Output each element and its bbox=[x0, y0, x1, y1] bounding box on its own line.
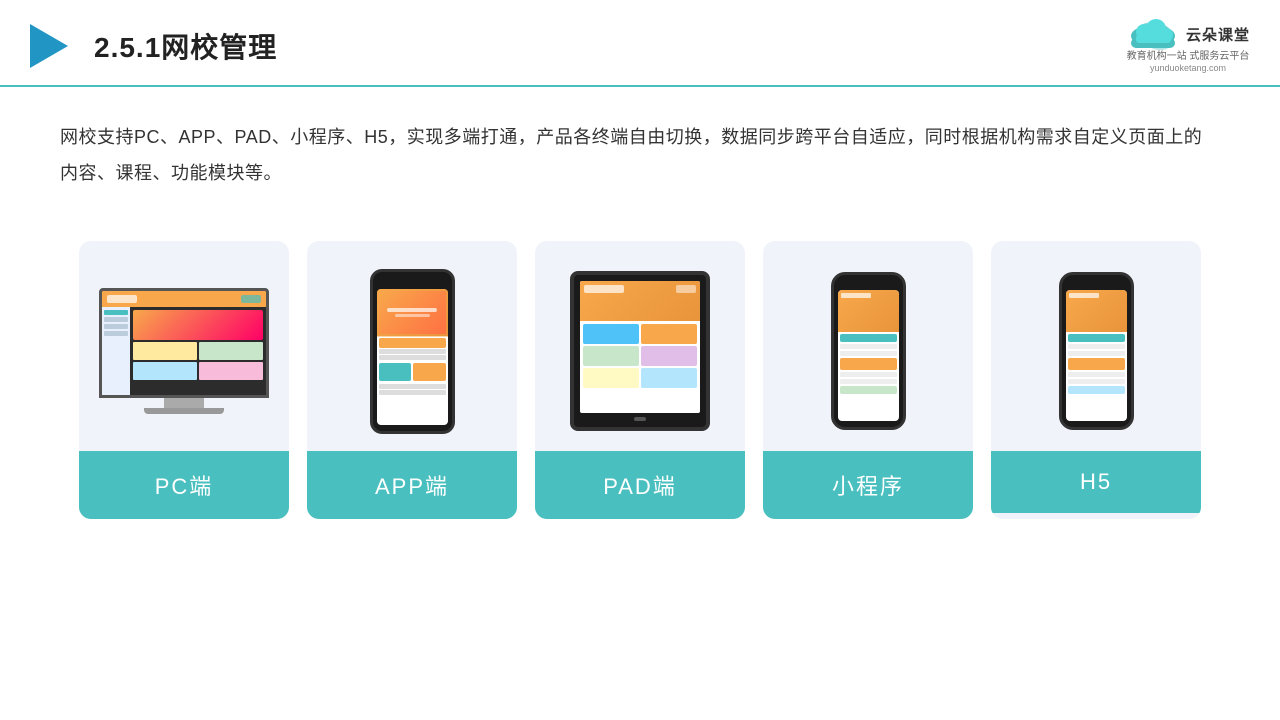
cloud-icon bbox=[1126, 18, 1180, 50]
card-pad-label: PAD端 bbox=[535, 451, 745, 519]
phone-mini-content-h5 bbox=[1066, 332, 1127, 398]
mp-btn-1 bbox=[840, 334, 897, 342]
header-left: 2.5.1网校管理 bbox=[30, 24, 277, 68]
phone-row-1 bbox=[379, 338, 446, 348]
tablet-header bbox=[580, 281, 700, 321]
mp-row-3 bbox=[840, 372, 897, 377]
tablet-body bbox=[580, 321, 700, 391]
pc-mock bbox=[99, 288, 269, 414]
card-pc: PC端 bbox=[79, 241, 289, 519]
phone-row-3 bbox=[379, 355, 446, 360]
card-h5-image bbox=[991, 241, 1201, 451]
card-h5-label: H5 bbox=[991, 451, 1201, 513]
phone-row-2 bbox=[379, 349, 446, 354]
phone-notch-app bbox=[397, 280, 427, 286]
tablet-cell-1 bbox=[583, 324, 639, 344]
phone-header-bar bbox=[377, 289, 448, 337]
mp-row-2 bbox=[840, 351, 897, 356]
tablet-cell-2 bbox=[641, 324, 697, 344]
logo-url: yunduoketang.com bbox=[1150, 63, 1226, 73]
phone-mini-notch-mp bbox=[854, 282, 882, 287]
h5-row-1 bbox=[1068, 344, 1125, 349]
phone-row-4 bbox=[379, 384, 446, 389]
card-miniprogram: 小程序 bbox=[763, 241, 973, 519]
tablet-home-btn bbox=[634, 417, 646, 421]
phone-mini-header-mp bbox=[838, 290, 899, 332]
logo-area: 云朵课堂 教育机构一站 式服务云平台 yunduoketang.com bbox=[1126, 18, 1250, 73]
card-app-image bbox=[307, 241, 517, 451]
logo-name: 云朵课堂 bbox=[1186, 24, 1250, 45]
h5-row-2 bbox=[1068, 351, 1125, 356]
h5-row-4 bbox=[1068, 379, 1125, 384]
phone-row-5 bbox=[379, 390, 446, 395]
phone-mini-header-h5 bbox=[1066, 290, 1127, 332]
phone-mini-content-mp bbox=[838, 332, 899, 398]
description-text: 网校支持PC、APP、PAD、小程序、H5，实现多端打通，产品各终端自由切换，数… bbox=[0, 87, 1280, 211]
card-app-label: APP端 bbox=[307, 451, 517, 519]
phone-mini-screen-h5 bbox=[1066, 290, 1127, 421]
card-pad-image bbox=[535, 241, 745, 451]
h5-row-3 bbox=[1068, 372, 1125, 377]
card-pc-label: PC端 bbox=[79, 451, 289, 519]
mp-row-4 bbox=[840, 379, 897, 384]
phone-content bbox=[377, 336, 448, 397]
phone-mini-mp bbox=[831, 272, 906, 430]
card-pc-image bbox=[79, 241, 289, 451]
card-miniprogram-image bbox=[763, 241, 973, 451]
card-h5: H5 bbox=[991, 241, 1201, 519]
phone-mini-screen-mp bbox=[838, 290, 899, 421]
card-app: APP端 bbox=[307, 241, 517, 519]
logo-tagline: 教育机构一站 式服务云平台 bbox=[1127, 50, 1250, 63]
platform-cards: PC端 bbox=[0, 211, 1280, 539]
card-miniprogram-label: 小程序 bbox=[763, 451, 973, 519]
pc-screen bbox=[99, 288, 269, 398]
card-pad: PAD端 bbox=[535, 241, 745, 519]
page-header: 2.5.1网校管理 云朵课堂 教育机构一站 式服务云平台 yunduoketan… bbox=[0, 0, 1280, 87]
play-icon bbox=[30, 24, 68, 68]
pc-base bbox=[144, 408, 224, 414]
tablet-mock bbox=[570, 271, 710, 431]
phone-mini-h5 bbox=[1059, 272, 1134, 430]
mp-row-1 bbox=[840, 344, 897, 349]
logo-icon: 云朵课堂 bbox=[1126, 18, 1250, 50]
phone-mini-notch-h5 bbox=[1082, 282, 1110, 287]
page-title: 2.5.1网校管理 bbox=[94, 26, 277, 66]
phone-frame-app bbox=[370, 269, 455, 434]
h5-btn-1 bbox=[1068, 334, 1125, 342]
pc-stand bbox=[164, 398, 204, 408]
tablet-screen bbox=[580, 281, 700, 413]
description-paragraph: 网校支持PC、APP、PAD、小程序、H5，实现多端打通，产品各终端自由切换，数… bbox=[60, 119, 1220, 191]
tablet-frame bbox=[570, 271, 710, 431]
phone-screen-app bbox=[377, 289, 448, 425]
